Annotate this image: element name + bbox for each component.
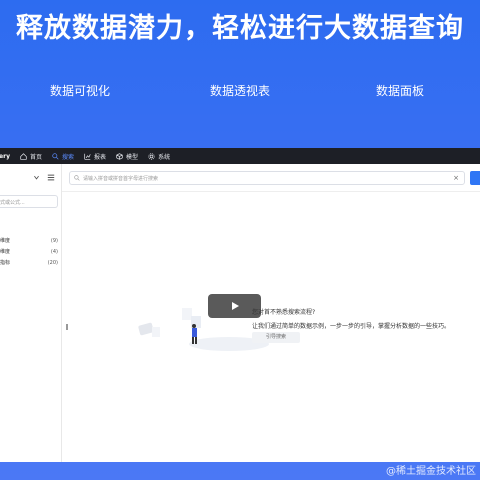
search-icon xyxy=(52,152,59,160)
guided-search-button[interactable]: 引导搜索 xyxy=(252,332,300,343)
hero-title: 释放数据潜力，轻松进行大数据查询 xyxy=(16,13,464,44)
search-main-panel: 请输入拼音或拼音首字母进行搜索 × 您对首不熟悉搜索流程? 让我们通过简单的数据… xyxy=(62,164,480,462)
search-placeholder: 请输入拼音或拼音首字母进行搜索 xyxy=(83,175,159,182)
gear-icon xyxy=(148,152,155,160)
nav-search[interactable]: 搜索 xyxy=(52,152,74,161)
chart-icon xyxy=(84,153,91,160)
nav-home[interactable]: 首页 xyxy=(20,152,42,161)
hero-tabs: 数据可视化 数据透视表 数据面板 xyxy=(0,82,480,99)
close-icon[interactable]: × xyxy=(453,175,459,182)
cube-icon xyxy=(116,152,123,160)
list-item-label: 维度 xyxy=(0,249,11,255)
nav-home-label: 首页 xyxy=(30,153,43,161)
sidebar-search-input[interactable]: 式或公式... xyxy=(0,195,58,208)
nav-system[interactable]: 系统 xyxy=(148,152,170,161)
divider xyxy=(62,191,480,192)
search-button[interactable] xyxy=(470,171,480,185)
list-item[interactable]: 维度 (4) xyxy=(0,247,58,258)
hero-tab-visualization[interactable]: 数据可视化 xyxy=(0,82,160,99)
field-sidebar: 式或公式... 维度 (9) 维度 (4) 指标 (20) xyxy=(0,164,62,462)
empty-state-description: 让我们通过简单的数据示例，一步一步的引导，掌握分析数据的一些技巧。 xyxy=(252,323,451,330)
nav-model[interactable]: 模型 xyxy=(116,152,138,161)
nav-search-label: 搜索 xyxy=(62,153,75,161)
content-area: 式或公式... 维度 (9) 维度 (4) 指标 (20) 请输入拼音或拼音首字… xyxy=(0,164,480,462)
list-item-label: 指标 xyxy=(0,260,11,266)
search-icon xyxy=(74,175,80,181)
list-item-count: (20) xyxy=(47,260,58,266)
hero-tab-dashboard[interactable]: 数据面板 xyxy=(320,82,480,99)
list-item-label: 维度 xyxy=(0,238,11,244)
chevron-down-icon[interactable] xyxy=(33,174,40,181)
hero-tab-pivot[interactable]: 数据透视表 xyxy=(160,82,320,99)
nav-model-label: 模型 xyxy=(126,153,139,161)
app-window: ery 首页 搜索 报表 模型 系统 式或公式... 维度 (9) 维度 (4)… xyxy=(0,148,480,462)
list-item[interactable]: 指标 (20) xyxy=(0,258,58,269)
nav-system-label: 系统 xyxy=(158,153,171,161)
sidebar-field-list: 维度 (9) 维度 (4) 指标 (20) xyxy=(0,236,58,269)
list-item-count: (4) xyxy=(50,249,58,255)
sidebar-header xyxy=(0,164,61,190)
list-item-count: (9) xyxy=(50,238,58,244)
top-nav-bar: ery 首页 搜索 报表 模型 系统 xyxy=(0,148,480,164)
nav-reports[interactable]: 报表 xyxy=(84,152,106,161)
watermark: @稀土掘金技术社区 xyxy=(386,466,476,477)
list-item[interactable]: 维度 (9) xyxy=(0,236,58,247)
search-input[interactable]: 请输入拼音或拼音首字母进行搜索 × xyxy=(69,171,465,185)
nav-reports-label: 报表 xyxy=(94,153,107,161)
home-icon xyxy=(20,152,27,160)
app-brand: ery xyxy=(0,152,10,160)
empty-state-title: 您对首不熟悉搜索流程? xyxy=(252,309,316,316)
play-icon xyxy=(232,302,239,310)
menu-icon[interactable] xyxy=(47,174,55,181)
